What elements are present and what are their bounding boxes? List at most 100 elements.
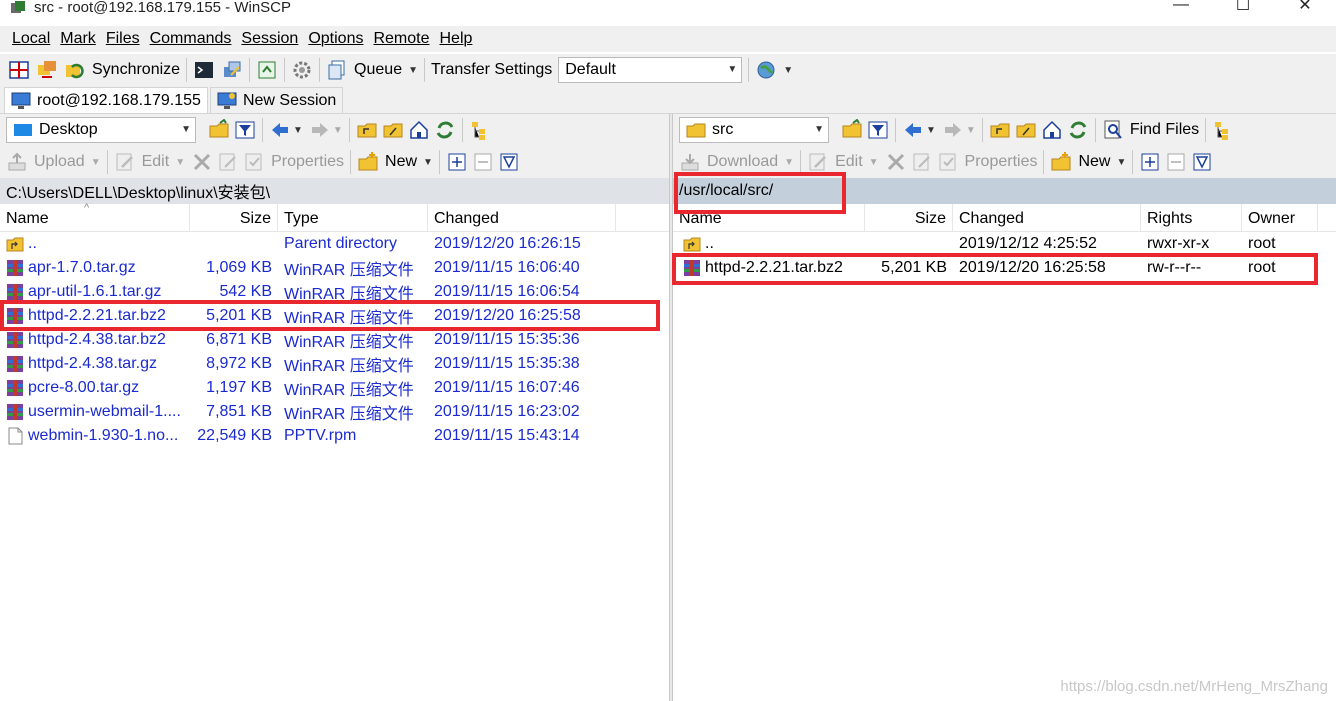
synchronize-icon[interactable] [64,59,86,81]
menu-commands[interactable]: Commands [148,30,234,48]
compare-directories-icon[interactable] [8,59,30,81]
new-button[interactable]: New [385,153,417,171]
upload-button[interactable]: Upload [34,153,85,171]
sites-dropdown-arrow-icon[interactable]: ▼ [783,65,793,76]
menu-options[interactable]: Options [306,30,365,48]
open-folder-icon[interactable] [208,119,230,141]
table-row[interactable]: httpd-2.4.38.tar.gz 8,972 KB WinRAR 压缩文件 20… [0,352,669,376]
select-plus-icon[interactable] [446,151,468,173]
close-button[interactable]: ✕ [1274,0,1336,16]
minimize-button[interactable]: — [1150,0,1212,16]
column-type[interactable]: Type [278,203,428,232]
root-directory-icon[interactable] [1015,119,1037,141]
edit-pencil-icon[interactable] [807,151,829,173]
remote-location-select[interactable]: src ▼ [679,117,829,143]
tab-new-session[interactable]: New Session [209,87,344,113]
back-arrow-icon[interactable] [902,119,924,141]
menu-session[interactable]: Session [239,30,300,48]
file-name-cell[interactable]: apr-util-1.6.1.tar.gz [0,283,190,301]
home-icon[interactable] [408,119,430,141]
back-arrow-icon[interactable] [269,119,291,141]
file-name-cell[interactable]: httpd-2.4.38.tar.gz [0,355,190,373]
file-name-cell[interactable]: httpd-2.4.38.tar.bz2 [0,331,190,349]
table-row[interactable]: httpd-2.2.21.tar.bz2 5,201 KB WinRAR 压缩文件 2… [0,304,669,328]
menu-help[interactable]: Help [438,30,475,48]
file-name-cell[interactable]: pcre-8.00.tar.gz [0,379,190,397]
edit-dropdown-icon[interactable]: ▼ [869,157,879,168]
column-name[interactable]: Name [673,203,865,232]
find-files-icon[interactable] [1102,119,1124,141]
filter-icon[interactable] [867,119,889,141]
table-row[interactable]: apr-util-1.6.1.tar.gz 542 KB WinRAR 压缩文件 20… [0,280,669,304]
refresh-icon[interactable] [1067,119,1089,141]
globe-sites-icon[interactable] [755,59,777,81]
table-row[interactable]: webmin-1.930-1.no... 22,549 KB PPTV.rpm 201… [0,424,669,448]
refresh-icon[interactable] [434,119,456,141]
file-name-cell[interactable]: .. [0,235,190,253]
menu-remote[interactable]: Remote [371,30,431,48]
file-name-cell[interactable]: .. [673,235,865,253]
forward-arrow-icon[interactable] [942,119,964,141]
parent-directory-icon[interactable] [356,119,378,141]
back-dropdown-icon[interactable]: ▼ [293,125,303,136]
column-owner[interactable]: Owner [1242,203,1318,232]
column-changed[interactable]: Changed [953,203,1141,232]
home-icon[interactable] [1041,119,1063,141]
table-row[interactable]: apr-1.7.0.tar.gz 1,069 KB WinRAR 压缩文件 2019/… [0,256,669,280]
properties-button[interactable]: Properties [271,153,344,171]
properties-button[interactable]: Properties [965,153,1038,171]
file-name-cell[interactable]: usermin-webmail-1.... [0,403,190,421]
queue-dropdown-arrow-icon[interactable]: ▼ [408,65,418,76]
rename-icon[interactable] [911,151,933,173]
forward-arrow-icon[interactable] [309,119,331,141]
table-row[interactable]: .. 2019/12/12 4:25:52 rwxr-xr-x root [673,232,1336,256]
synchronize-button[interactable]: Synchronize [92,61,180,79]
download-icon[interactable] [679,151,701,173]
unselect-minus-icon[interactable] [472,151,494,173]
properties-icon[interactable] [243,151,265,173]
rename-icon[interactable] [217,151,239,173]
file-name-cell[interactable]: httpd-2.2.21.tar.bz2 [673,259,865,277]
table-row[interactable]: .. Parent directory 2019/12/20 16:26:15 [0,232,669,256]
open-folder-icon[interactable] [841,119,863,141]
new-folder-icon[interactable] [357,151,379,173]
edit-button[interactable]: Edit [142,153,170,171]
table-row[interactable]: usermin-webmail-1.... 7,851 KB WinRAR 压缩文件… [0,400,669,424]
edit-button[interactable]: Edit [835,153,863,171]
new-dropdown-icon[interactable]: ▼ [1116,157,1126,168]
tree-view-icon[interactable] [469,119,491,141]
edit-dropdown-icon[interactable]: ▼ [175,157,185,168]
transfer-preset-select[interactable]: Default ▼ [558,57,743,83]
download-dropdown-icon[interactable]: ▼ [784,157,794,168]
terminal-icon[interactable] [193,59,215,81]
column-name[interactable]: Name ^ [0,202,190,232]
column-size[interactable]: Size [190,203,278,232]
upload-icon[interactable] [6,151,28,173]
table-row[interactable]: httpd-2.2.21.tar.bz2 5,201 KB 2019/12/20 1… [673,256,1336,280]
edit-pencil-icon[interactable] [114,151,136,173]
table-row[interactable]: pcre-8.00.tar.gz 1,197 KB WinRAR 压缩文件 2019/… [0,376,669,400]
putty-icon[interactable] [221,59,243,81]
parent-directory-icon[interactable] [989,119,1011,141]
select-plus-icon[interactable] [1139,151,1161,173]
new-dropdown-icon[interactable]: ▼ [423,157,433,168]
forward-dropdown-icon[interactable]: ▼ [966,125,976,136]
queue-button[interactable]: Queue [354,61,402,79]
file-name-cell[interactable]: httpd-2.2.21.tar.bz2 [0,307,190,325]
delete-x-icon[interactable] [191,151,213,173]
remote-path-bar[interactable]: /usr/local/src/ [673,178,1336,204]
filter-icon[interactable] [234,119,256,141]
queue-list-icon[interactable] [326,59,348,81]
column-changed[interactable]: Changed [428,203,616,232]
preferences-gear-icon[interactable] [291,59,313,81]
filter-select-icon[interactable] [1191,151,1213,173]
file-name-cell[interactable]: apr-1.7.0.tar.gz [0,259,190,277]
properties-icon[interactable] [937,151,959,173]
new-button[interactable]: New [1078,153,1110,171]
delete-x-icon[interactable] [885,151,907,173]
column-size[interactable]: Size [865,203,953,232]
upload-dropdown-icon[interactable]: ▼ [91,157,101,168]
menu-mark[interactable]: Mark [58,30,98,48]
filter-select-icon[interactable] [498,151,520,173]
queue-icon[interactable] [256,59,278,81]
